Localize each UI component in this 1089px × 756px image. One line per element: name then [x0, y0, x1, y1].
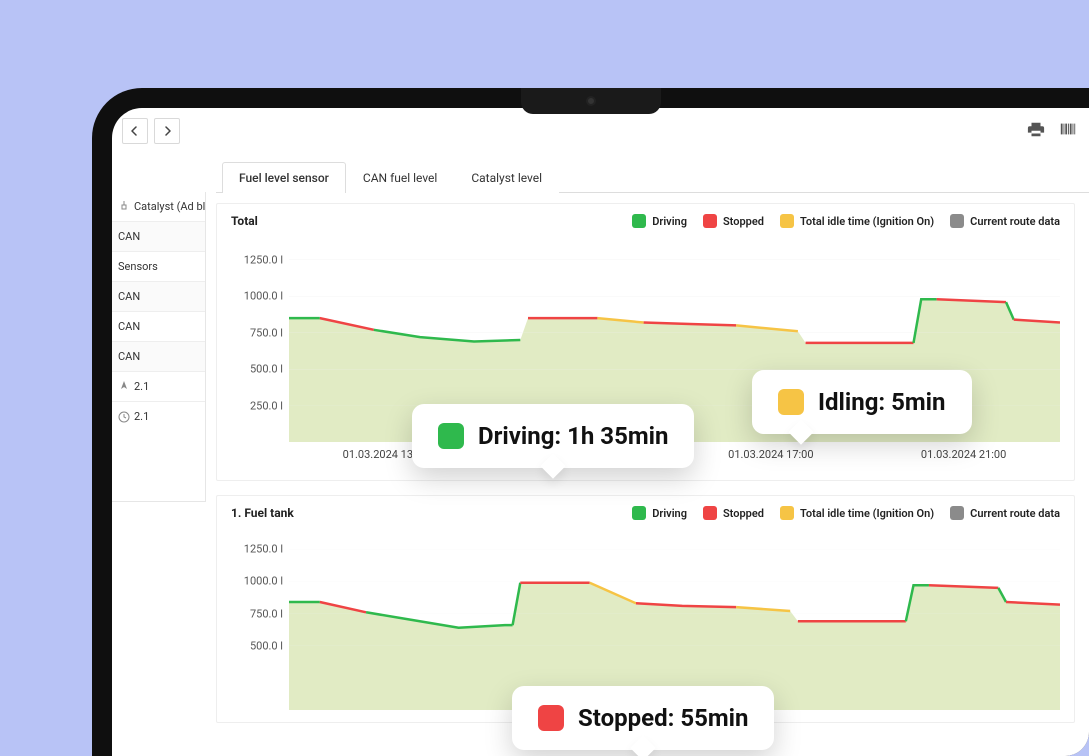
catalyst-icon	[118, 201, 130, 213]
legend-driving[interactable]: Driving	[632, 214, 687, 228]
y-tick: 1250.0 l	[244, 253, 283, 266]
nav-prev-button[interactable]	[122, 118, 148, 144]
legend-idle[interactable]: Total idle time (Ignition On)	[780, 214, 934, 228]
y-tick: 1000.0 l	[244, 290, 283, 303]
tooltip-driving-text: Driving: 1h 35min	[478, 422, 668, 450]
location-icon	[118, 381, 130, 393]
sidebar-row-sensors[interactable]: Sensors	[112, 252, 205, 282]
legend-idle-2[interactable]: Total idle time (Ignition On)	[780, 506, 934, 520]
laptop-bezel: Catalyst (Ad blue) CAN Sensors CAN CAN C…	[92, 88, 1089, 756]
swatch-green-icon	[632, 506, 646, 520]
x-tick: 01.03.2024 17:00	[728, 448, 813, 468]
laptop-notch	[521, 88, 661, 114]
legend-stopped-2[interactable]: Stopped	[703, 506, 764, 520]
sidebar-row-can-0[interactable]: CAN	[112, 222, 205, 252]
tab-catalyst-level[interactable]: Catalyst level	[454, 162, 559, 193]
barcode-button[interactable]	[1057, 118, 1079, 140]
x-tick: 01.03.2024 21:00	[921, 448, 1006, 468]
swatch-red-icon	[538, 705, 564, 731]
swatch-green-icon	[632, 214, 646, 228]
legend-fuel-tank: Driving Stopped Total idle time (Ignitio…	[632, 506, 1060, 520]
swatch-gray-icon	[950, 214, 964, 228]
sidebar-catalyst-label: Catalyst (Ad blue)	[134, 200, 205, 213]
legend-route-2[interactable]: Current route data	[950, 506, 1060, 520]
tooltip-idling-text: Idling: 5min	[818, 388, 946, 416]
y-tick: 500.0 l	[250, 639, 283, 652]
tab-fuel-level-sensor[interactable]: Fuel level sensor	[222, 162, 346, 193]
y-tick: 500.0 l	[250, 363, 283, 376]
sidebar: Catalyst (Ad blue) CAN Sensors CAN CAN C…	[112, 192, 206, 502]
sidebar-row-can-2[interactable]: CAN	[112, 312, 205, 342]
legend-total: Driving Stopped Total idle time (Ignitio…	[632, 214, 1060, 228]
nav-buttons	[122, 118, 180, 144]
nav-next-button[interactable]	[154, 118, 180, 144]
legend-route[interactable]: Current route data	[950, 214, 1060, 228]
chart-fuel-tank-yaxis: 500.0 l 750.0 l 1000.0 l 1250.0 l	[231, 530, 289, 710]
y-tick: 750.0 l	[250, 326, 283, 339]
y-tick: 1000.0 l	[244, 575, 283, 588]
print-icon	[1027, 120, 1045, 138]
print-button[interactable]	[1025, 118, 1047, 140]
clock-icon	[118, 411, 130, 423]
chart-fuel-tank[interactable]: 500.0 l 750.0 l 1000.0 l 1250.0 l	[231, 530, 1060, 710]
chart-fuel-tank-plot	[289, 530, 1060, 710]
camera-icon	[586, 96, 596, 106]
chevron-left-icon	[130, 126, 140, 136]
sidebar-item-location[interactable]: 2.1	[112, 372, 205, 402]
swatch-yellow-icon	[780, 506, 794, 520]
panel-total-title: Total	[231, 214, 258, 228]
tooltip-stopped-text: Stopped: 55min	[578, 704, 748, 732]
chart-total-yaxis: 250.0 l 500.0 l 750.0 l 1000.0 l 1250.0 l	[231, 238, 289, 442]
swatch-yellow-icon	[778, 389, 804, 415]
tab-bar: Fuel level sensor CAN fuel level Catalys…	[216, 162, 1089, 193]
tooltip-idling: Idling: 5min	[752, 370, 972, 434]
tooltip-driving: Driving: 1h 35min	[412, 404, 694, 468]
panel-fuel-tank-title: 1. Fuel tank	[231, 506, 294, 520]
swatch-yellow-icon	[780, 214, 794, 228]
sidebar-item-clock[interactable]: 2.1	[112, 402, 205, 431]
legend-driving-2[interactable]: Driving	[632, 506, 687, 520]
sidebar-catalyst[interactable]: Catalyst (Ad blue)	[112, 192, 205, 222]
swatch-red-icon	[703, 214, 717, 228]
swatch-gray-icon	[950, 506, 964, 520]
sidebar-row-can-1[interactable]: CAN	[112, 282, 205, 312]
barcode-icon	[1059, 120, 1077, 138]
tab-can-fuel-level[interactable]: CAN fuel level	[346, 162, 454, 193]
y-tick: 250.0 l	[250, 399, 283, 412]
y-tick: 750.0 l	[250, 607, 283, 620]
y-tick: 1250.0 l	[244, 543, 283, 556]
swatch-green-icon	[438, 423, 464, 449]
chevron-right-icon	[162, 126, 172, 136]
swatch-red-icon	[703, 506, 717, 520]
sidebar-row-can-3[interactable]: CAN	[112, 342, 205, 372]
app-screen: Catalyst (Ad blue) CAN Sensors CAN CAN C…	[112, 108, 1089, 756]
tooltip-stopped: Stopped: 55min	[512, 686, 774, 750]
legend-stopped[interactable]: Stopped	[703, 214, 764, 228]
